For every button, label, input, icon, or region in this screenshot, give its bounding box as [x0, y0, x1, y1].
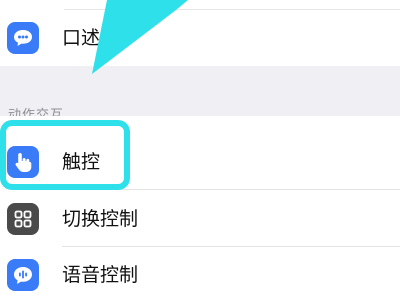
arrow-annotation-icon [92, 0, 188, 74]
accessibility-settings-screen: 口述 动作交互 触控 切换控制 [0, 0, 400, 300]
